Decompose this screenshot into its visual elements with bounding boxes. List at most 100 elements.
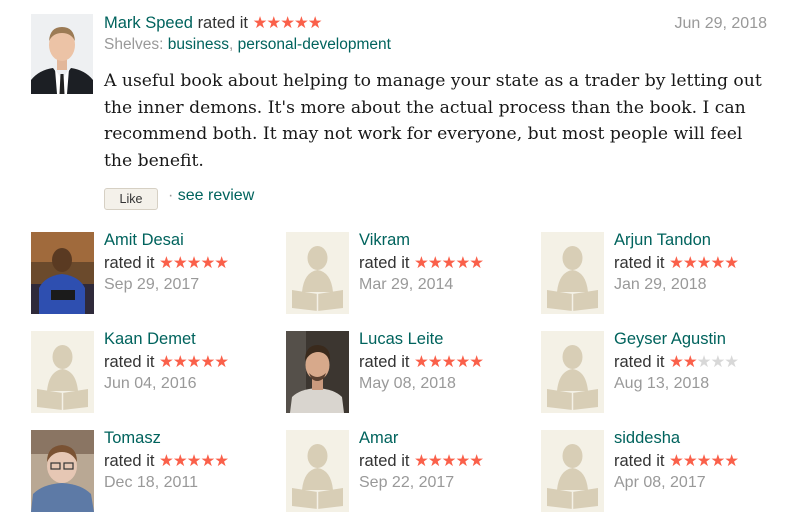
star-rating: ★★★★★ — [414, 252, 484, 273]
star-rating: ★★★★★ — [159, 252, 229, 273]
rated-it-label: rated it — [104, 254, 155, 272]
rater-rating: rated it ★★★★★ — [104, 252, 229, 274]
star-icon: ★ — [710, 352, 725, 371]
star-icon: ★ — [441, 253, 457, 272]
avatar[interactable] — [286, 331, 349, 413]
star-rating: ★★★★★ — [669, 351, 739, 372]
like-button[interactable]: Like — [104, 188, 158, 210]
star-icon: ★ — [669, 451, 684, 470]
star-icon: ★ — [455, 253, 470, 272]
star-icon: ★ — [469, 253, 484, 272]
rated-it-label: rated it — [359, 353, 410, 371]
placeholder-reader-icon[interactable] — [541, 331, 604, 413]
rater-rating: rated it ★★★★★ — [359, 351, 484, 373]
star-icon: ★ — [214, 451, 229, 470]
star-icon: ★ — [414, 451, 429, 470]
star-icon: ★ — [266, 13, 281, 32]
rater-item: siddesha rated it ★★★★★ Apr 08, 2017 — [541, 428, 791, 516]
rater-item: Arjun Tandon rated it ★★★★★ Jan 29, 2018 — [541, 230, 791, 318]
avatar[interactable] — [31, 430, 94, 512]
placeholder-reader-icon[interactable] — [286, 232, 349, 314]
star-icon: ★ — [427, 253, 443, 272]
rating-date: Jan 29, 2018 — [614, 276, 707, 293]
star-icon: ★ — [200, 253, 215, 272]
rater-item: Tomasz rated it ★★★★★ Dec 18, 2011 — [31, 428, 281, 516]
rater-name[interactable]: Arjun Tandon — [614, 230, 711, 251]
rating-date: Dec 18, 2011 — [104, 474, 198, 491]
rater-item: Amar rated it ★★★★★ Sep 22, 2017 — [286, 428, 536, 516]
rater-item: Amit Desai rated it ★★★★★ Sep 29, 2017 — [31, 230, 281, 318]
star-icon: ★ — [172, 451, 188, 470]
rating-date: Apr 08, 2017 — [614, 474, 706, 491]
rater-item: Lucas Leite rated it ★★★★★ May 08, 2018 — [286, 329, 536, 417]
star-icon: ★ — [294, 13, 309, 32]
rating-date: Jun 04, 2016 — [104, 375, 197, 392]
star-icon: ★ — [710, 451, 725, 470]
rater-name[interactable]: Amit Desai — [104, 230, 184, 251]
star-rating: ★★★★★ — [159, 450, 229, 471]
avatar[interactable] — [31, 232, 94, 314]
rated-it-label: rated it — [104, 353, 155, 371]
rating-date: May 08, 2018 — [359, 375, 456, 392]
rater-rating: rated it ★★★★★ — [614, 252, 739, 274]
rater-name[interactable]: siddesha — [614, 428, 680, 449]
rater-rating: rated it ★★★★★ — [614, 351, 739, 373]
rater-item: Kaan Demet rated it ★★★★★ Jun 04, 2016 — [31, 329, 281, 417]
star-icon: ★ — [159, 451, 174, 470]
reviewer-name[interactable]: Mark Speed — [104, 14, 193, 32]
rated-it-label: rated it — [614, 254, 665, 272]
star-icon: ★ — [214, 352, 229, 371]
shelf-link-business[interactable]: business — [168, 36, 229, 53]
placeholder-reader-icon[interactable] — [541, 232, 604, 314]
rater-name[interactable]: Kaan Demet — [104, 329, 196, 350]
star-icon: ★ — [441, 451, 457, 470]
star-icon: ★ — [427, 451, 443, 470]
shelves-label: Shelves: — [104, 36, 164, 53]
middle-dot-separator: · — [168, 187, 174, 204]
star-icon: ★ — [682, 253, 698, 272]
star-icon: ★ — [669, 352, 684, 371]
review-date[interactable]: Jun 29, 2018 — [674, 15, 767, 33]
star-icon: ★ — [414, 253, 429, 272]
rater-rating: rated it ★★★★★ — [359, 252, 484, 274]
rating-date: Sep 22, 2017 — [359, 474, 455, 491]
rater-name[interactable]: Geyser Agustin — [614, 329, 726, 350]
see-review-link[interactable]: see review — [178, 187, 254, 204]
placeholder-reader-icon[interactable] — [31, 331, 94, 413]
star-icon: ★ — [455, 451, 470, 470]
star-icon: ★ — [200, 451, 215, 470]
rater-name[interactable]: Tomasz — [104, 428, 161, 449]
star-icon: ★ — [159, 352, 174, 371]
star-icon: ★ — [724, 352, 739, 371]
star-icon: ★ — [186, 352, 202, 371]
rater-name[interactable]: Amar — [359, 428, 398, 449]
rating-date: Aug 13, 2018 — [614, 375, 710, 392]
star-icon: ★ — [682, 451, 698, 470]
rater-item: Geyser Agustin rated it ★★★★★ Aug 13, 20… — [541, 329, 791, 417]
star-icon: ★ — [427, 352, 443, 371]
star-icon: ★ — [280, 13, 295, 32]
star-icon: ★ — [186, 451, 202, 470]
star-icon: ★ — [252, 13, 268, 32]
see-review: · see review — [168, 187, 254, 205]
shelf-link-personal-development[interactable]: personal-development — [238, 36, 391, 53]
rater-item: Vikram rated it ★★★★★ Mar 29, 2014 — [286, 230, 536, 318]
rater-rating: rated it ★★★★★ — [359, 450, 484, 472]
star-icon: ★ — [469, 451, 484, 470]
star-icon: ★ — [710, 253, 725, 272]
star-icon: ★ — [441, 352, 457, 371]
star-icon: ★ — [669, 253, 684, 272]
star-icon: ★ — [455, 352, 470, 371]
rated-it-label: rated it — [104, 452, 155, 470]
rater-name[interactable]: Vikram — [359, 230, 410, 251]
rater-name[interactable]: Lucas Leite — [359, 329, 443, 350]
placeholder-reader-icon[interactable] — [541, 430, 604, 512]
rated-it-label: rated it — [197, 14, 249, 32]
star-rating: ★★★★★ — [414, 450, 484, 471]
reviewer-avatar[interactable] — [31, 14, 93, 94]
placeholder-reader-icon[interactable] — [286, 430, 349, 512]
star-icon: ★ — [724, 451, 739, 470]
rated-it-label: rated it — [359, 452, 410, 470]
star-rating: ★★★★★ — [669, 450, 739, 471]
star-icon: ★ — [186, 253, 202, 272]
